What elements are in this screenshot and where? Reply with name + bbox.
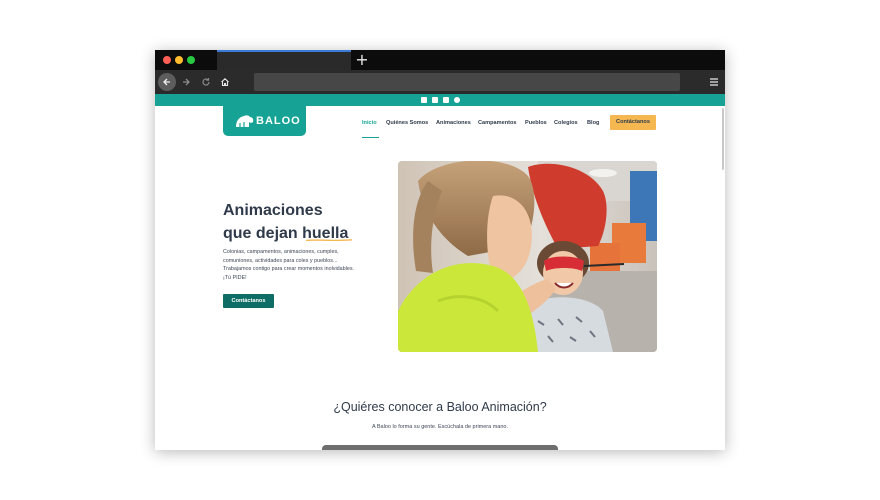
back-button[interactable]: [158, 73, 176, 91]
nav-item-quienes-somos[interactable]: Quiénes Somos: [386, 120, 428, 126]
section-subtitle: A Baloo lo forma su gente. Escúchala de …: [371, 424, 509, 430]
new-tab-button[interactable]: +: [355, 51, 369, 69]
home-button[interactable]: [216, 73, 234, 91]
hero-title-line2-start: que dejan: [223, 225, 303, 242]
browser-menu-button[interactable]: [707, 73, 721, 91]
nav-item-colegios[interactable]: Colegios: [554, 120, 578, 126]
hero-description: Colonias, campamentos, animaciones, cump…: [223, 249, 355, 281]
maximize-window-dot[interactable]: [187, 56, 195, 64]
social-strip: [155, 94, 725, 106]
video-player[interactable]: [322, 445, 558, 450]
nav-item-inicio[interactable]: Inicio: [362, 120, 377, 126]
web-page: BALOO Inicio Quiénes Somos Animaciones C…: [155, 94, 725, 450]
nav-item-pueblos[interactable]: Pueblos: [525, 120, 547, 126]
instagram-icon[interactable]: [421, 97, 427, 103]
minimize-window-dot[interactable]: [175, 56, 183, 64]
home-icon: [221, 78, 229, 87]
reload-icon: [202, 78, 210, 86]
arrow-right-icon: [183, 78, 190, 86]
bear-logo-icon: [236, 115, 254, 127]
contact-hero-button[interactable]: Contáctanos: [223, 294, 274, 308]
facebook-icon[interactable]: [432, 97, 438, 103]
forward-button[interactable]: [177, 73, 195, 91]
browser-toolbar: [155, 70, 725, 94]
browser-window: + BALOO Inicio Quiénes Somos Animaciones…: [155, 50, 725, 450]
site-logo[interactable]: BALOO: [223, 106, 306, 136]
hamburger-icon: [710, 78, 718, 86]
whatsapp-icon[interactable]: [454, 97, 460, 103]
contact-nav-button[interactable]: Contáctanos: [610, 115, 656, 130]
face-painting-photo: [398, 161, 657, 352]
nav-active-underline: [362, 137, 379, 138]
section-title: ¿Quiéres conocer a Baloo Animación?: [333, 400, 547, 414]
page-scrollbar[interactable]: [722, 108, 724, 170]
arrow-left-icon: [163, 78, 170, 86]
logo-text: BALOO: [256, 115, 301, 127]
reload-button[interactable]: [197, 73, 215, 91]
browser-tab-active[interactable]: [217, 50, 351, 70]
highlight-underline: [305, 239, 353, 242]
title-bar: +: [155, 50, 725, 70]
close-window-dot[interactable]: [163, 56, 171, 64]
hero-photo: [398, 161, 657, 352]
hero-title-line1: Animaciones: [223, 202, 323, 219]
nav-item-blog[interactable]: Blog: [587, 120, 599, 126]
address-bar[interactable]: [254, 73, 680, 91]
nav-item-campamentos[interactable]: Campamentos: [478, 120, 517, 126]
email-icon[interactable]: [443, 97, 449, 103]
nav-item-animaciones[interactable]: Animaciones: [436, 120, 471, 126]
